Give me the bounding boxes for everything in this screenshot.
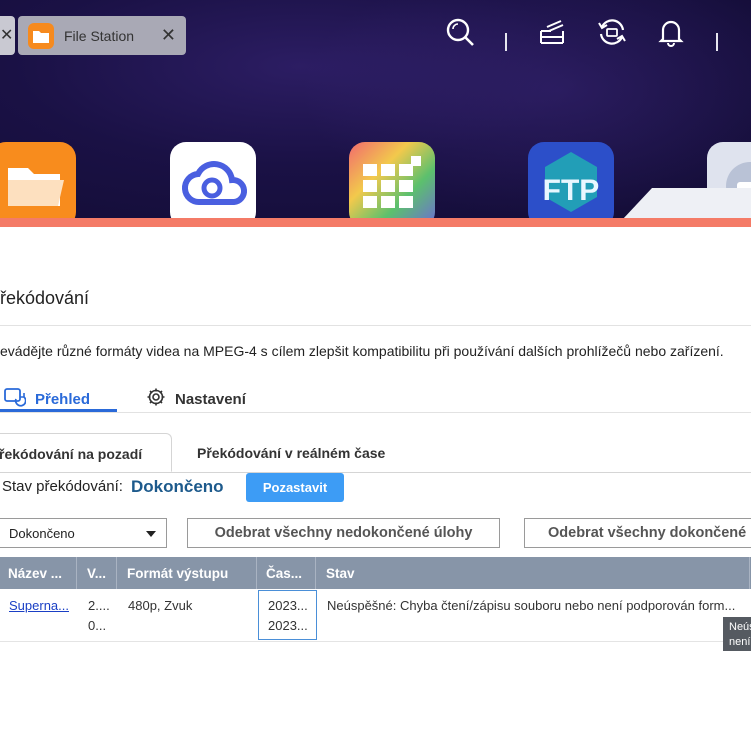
tasks-icon[interactable] (536, 16, 568, 48)
chevron-down-icon (146, 531, 156, 537)
gear-icon (146, 387, 166, 411)
status-filter-value: Dokončeno (9, 526, 75, 541)
subtab-background-transcoding[interactable]: řekódování na pozadí (0, 433, 172, 472)
row-format: 480p, Zvuk (128, 598, 193, 613)
column-header-v[interactable]: V... (79, 557, 117, 589)
search-icon[interactable] (444, 16, 476, 48)
svg-text:FTP: FTP (543, 174, 600, 207)
column-header-time[interactable]: Čas... (258, 557, 316, 589)
subtab-background-label: řekódování na pozadí (0, 446, 143, 462)
row-time-line2: 2023... (268, 618, 308, 633)
page-title: řekódování (0, 288, 90, 308)
folder-icon (28, 22, 54, 49)
overview-icon (4, 387, 27, 411)
close-icon[interactable]: ✕ (161, 25, 176, 46)
row-time-line1: 2023... (268, 598, 308, 613)
toolbar-separator (505, 33, 507, 51)
tooltip-line2: není podp (729, 636, 751, 648)
toolbar-separator (716, 33, 718, 51)
tab-settings[interactable]: Nastavení (146, 386, 246, 412)
page-description: evádějte různé formáty videa na MPEG-4 s… (0, 343, 724, 359)
row-status: Neúspěšné: Chyba čtení/zápisu souboru ne… (327, 598, 736, 613)
sync-icon[interactable] (596, 16, 628, 48)
app-center-icon[interactable] (349, 142, 435, 222)
tab-overview-label: Přehled (35, 390, 91, 408)
accent-bar (0, 218, 751, 227)
cloud-icon[interactable] (170, 142, 256, 222)
column-header-status[interactable]: Stav (318, 557, 750, 589)
transcoding-status-value: Dokončeno (131, 477, 224, 496)
row-divider (0, 641, 751, 642)
tooltip-line1: Neúspěšn (729, 621, 751, 633)
file-station-tab[interactable]: File Station ✕ (18, 16, 186, 55)
status-tooltip: Neúspěšn není podp (723, 617, 751, 651)
remove-finished-button[interactable]: Odebrat všechny dokončené (524, 518, 751, 548)
bell-icon[interactable] (655, 16, 687, 48)
tab-settings-label: Nastavení (175, 390, 246, 408)
title-divider (0, 325, 751, 326)
status-filter-select[interactable]: Dokončeno (0, 518, 167, 548)
file-station-icon[interactable] (0, 142, 76, 222)
desktop-background: ✕ File Station ✕ FTP (0, 0, 751, 222)
pause-button[interactable]: Pozastavit (246, 473, 344, 502)
remove-unfinished-button[interactable]: Odebrat všechny nedokončené úlohy (187, 518, 500, 548)
ftp-icon[interactable]: FTP (528, 142, 614, 222)
row-v-line2: 0... (88, 618, 107, 633)
subtab-realtime-transcoding[interactable]: Překódování v reálném čase (197, 433, 385, 472)
column-header-output-format[interactable]: Formát výstupu (119, 557, 257, 589)
subtab-realtime-label: Překódování v reálném čase (197, 445, 386, 461)
row-time-cell[interactable]: 2023... 2023... (258, 590, 317, 640)
row-name[interactable]: Superna... (9, 596, 71, 616)
row-v-line1: 2.... (88, 598, 110, 613)
previous-tab-close-button[interactable]: ✕ (0, 16, 15, 55)
transcoding-status-label: Stav překódování: (2, 478, 123, 495)
tab-title: File Station (64, 27, 135, 44)
column-header-name[interactable]: Název ... (0, 557, 77, 589)
tabs-divider (0, 412, 751, 413)
